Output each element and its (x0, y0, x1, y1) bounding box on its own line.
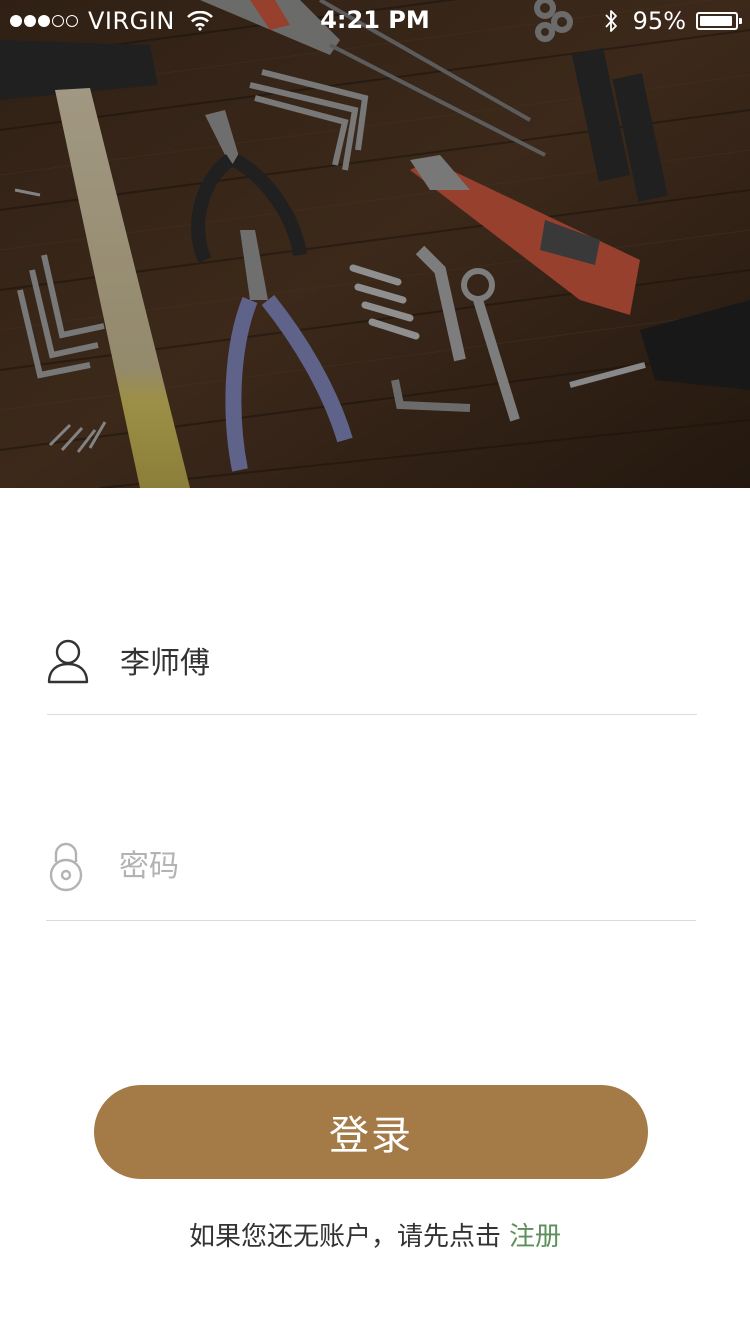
login-button[interactable]: 登录 (94, 1085, 648, 1179)
user-icon (47, 639, 89, 684)
bluetooth-icon (604, 10, 617, 32)
hero-image (0, 0, 750, 488)
battery-fill (700, 16, 732, 26)
battery-icon (696, 12, 742, 30)
status-right: 95% (603, 6, 742, 36)
password-input[interactable] (119, 844, 679, 888)
username-input[interactable] (120, 638, 680, 682)
login-button-label: 登录 (329, 1113, 413, 1159)
username-field[interactable] (47, 624, 697, 715)
status-bar: VIRGIN 4:21 PM 95% (0, 0, 750, 42)
register-prompt: 如果您还无账户，请先点击 注册 (0, 1216, 750, 1253)
register-prompt-text: 如果您还无账户，请先点击 (188, 1222, 501, 1252)
battery-nub (739, 18, 742, 24)
password-field[interactable] (46, 830, 696, 921)
tools-on-wood-photo (0, 0, 750, 488)
register-link[interactable]: 注册 (509, 1222, 561, 1252)
login-screen: VIRGIN 4:21 PM 95% 李师傅 登录 如果您还无账户，请先点击 注… (0, 0, 750, 1334)
battery-percentage: 95% (632, 7, 686, 35)
lock-icon (49, 842, 83, 892)
